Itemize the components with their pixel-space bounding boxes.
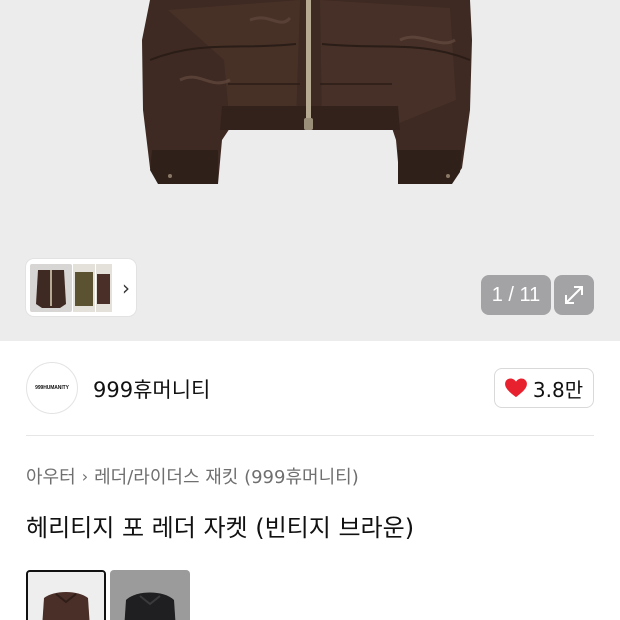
divider	[26, 435, 594, 436]
like-button[interactable]: 3.8만	[494, 368, 594, 408]
product-image-gallery[interactable]: › 1 / 11	[0, 0, 620, 341]
color-options	[26, 570, 190, 620]
thumbnail-strip[interactable]: ›	[26, 259, 136, 316]
image-page-counter: 1 / 11	[481, 275, 551, 315]
like-count: 3.8만	[532, 377, 584, 402]
brand-logo[interactable]: 999HUMANITY	[26, 362, 78, 414]
chevron-right-icon[interactable]: ›	[122, 276, 130, 300]
brand-name-link[interactable]: 999휴머니티	[93, 374, 210, 404]
breadcrumb-category[interactable]: 아우터	[26, 463, 76, 489]
color-swatch-brown-jacket	[28, 572, 104, 620]
color-option-vintage-brown[interactable]	[26, 570, 106, 620]
expand-arrows-icon	[565, 286, 583, 304]
thumbnail-images[interactable]	[30, 263, 112, 312]
breadcrumb-subcategory[interactable]: 레더/라이더스 재킷 (999휴머니티)	[94, 463, 359, 489]
product-title: 헤리티지 포 레더 자켓 (빈티지 브라운)	[26, 514, 415, 542]
heart-icon	[504, 378, 527, 398]
color-swatch-black-jacket	[110, 570, 190, 620]
chevron-right-icon: ›	[81, 466, 89, 486]
brand-row: 999HUMANITY 999휴머니티 3.8만	[26, 362, 594, 414]
color-option-black[interactable]	[110, 570, 190, 620]
brand-logo-text: 999HUMANITY	[35, 385, 69, 391]
breadcrumb: 아우터 › 레더/라이더스 재킷 (999휴머니티)	[26, 463, 359, 489]
expand-button[interactable]	[554, 275, 594, 315]
